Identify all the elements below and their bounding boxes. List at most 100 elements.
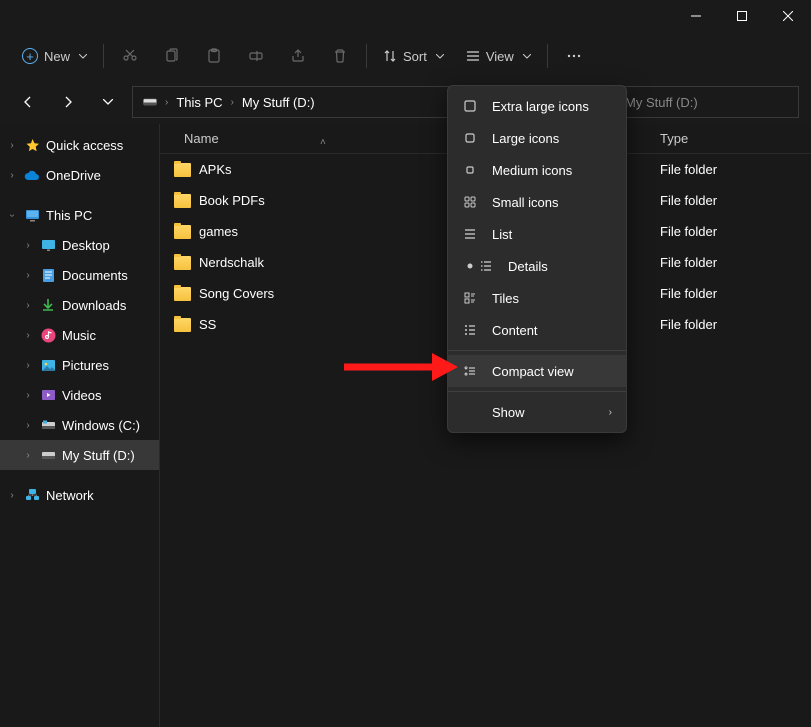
forward-button[interactable] xyxy=(52,86,84,118)
cut-button[interactable] xyxy=(110,38,150,74)
sidebar-item-downloads[interactable]: › Downloads xyxy=(0,290,159,320)
chevron-right-icon[interactable]: › xyxy=(6,170,18,181)
menu-label: Content xyxy=(492,323,538,338)
documents-icon xyxy=(40,267,56,283)
sidebar-label: Network xyxy=(46,488,94,503)
chevron-down-icon xyxy=(436,54,444,59)
share-button[interactable] xyxy=(278,38,318,74)
chevron-right-icon[interactable]: › xyxy=(22,270,34,281)
chevron-right-icon[interactable]: › xyxy=(22,240,34,251)
sidebar-item-pictures[interactable]: › Pictures xyxy=(0,350,159,380)
sidebar-item-network[interactable]: › Network xyxy=(0,480,159,510)
folder-icon xyxy=(174,318,191,332)
sidebar-item-videos[interactable]: › Videos xyxy=(0,380,159,410)
content: › Quick access › OneDrive › This PC › De… xyxy=(0,124,811,727)
chevron-right-icon: › xyxy=(609,407,612,418)
folder-icon xyxy=(174,194,191,208)
new-label: New xyxy=(44,49,70,64)
sidebar-item-onedrive[interactable]: › OneDrive xyxy=(0,160,159,190)
chevron-right-icon[interactable]: › xyxy=(22,360,34,371)
menu-show[interactable]: Show › xyxy=(448,396,626,428)
large-icons-icon xyxy=(462,131,478,145)
chevron-right-icon[interactable]: › xyxy=(22,390,34,401)
menu-small-icons[interactable]: Small icons xyxy=(448,186,626,218)
close-button[interactable] xyxy=(765,0,811,32)
maximize-button[interactable] xyxy=(719,0,765,32)
menu-medium-icons[interactable]: Medium icons xyxy=(448,154,626,186)
xl-icons-icon xyxy=(462,99,478,113)
rename-button[interactable] xyxy=(236,38,276,74)
sidebar-item-music[interactable]: › Music xyxy=(0,320,159,350)
chevron-right-icon[interactable]: › xyxy=(22,300,34,311)
more-icon xyxy=(566,48,582,64)
sidebar-item-my-stuff-d[interactable]: › My Stuff (D:) xyxy=(0,440,159,470)
sidebar-item-quick-access[interactable]: › Quick access xyxy=(0,130,159,160)
menu-tiles[interactable]: Tiles xyxy=(448,282,626,314)
sidebar-label: Downloads xyxy=(62,298,126,313)
sidebar-item-windows-c[interactable]: › Windows (C:) xyxy=(0,410,159,440)
network-icon xyxy=(24,487,40,503)
file-name: APKs xyxy=(199,162,232,177)
menu-details[interactable]: Details xyxy=(448,250,626,282)
menu-large-icons[interactable]: Large icons xyxy=(448,122,626,154)
more-button[interactable] xyxy=(554,38,594,74)
menu-label: List xyxy=(492,227,512,242)
chevron-right-icon[interactable]: › xyxy=(22,450,34,461)
new-button[interactable]: + New xyxy=(12,38,97,74)
separator xyxy=(103,44,104,68)
bullet-icon xyxy=(462,263,478,269)
plus-circle-icon: + xyxy=(22,48,38,64)
drive-icon xyxy=(143,95,157,109)
share-icon xyxy=(290,48,306,64)
separator xyxy=(547,44,548,68)
delete-button[interactable] xyxy=(320,38,360,74)
sidebar-item-this-pc[interactable]: › This PC xyxy=(0,200,159,230)
folder-icon xyxy=(174,287,191,301)
view-button[interactable]: View xyxy=(456,38,541,74)
paste-button[interactable] xyxy=(194,38,234,74)
sort-button[interactable]: Sort xyxy=(373,38,454,74)
minimize-button[interactable] xyxy=(673,0,719,32)
sort-icon xyxy=(383,49,397,63)
chevron-right-icon[interactable]: › xyxy=(6,140,18,151)
menu-extra-large-icons[interactable]: Extra large icons xyxy=(448,90,626,122)
sidebar-item-documents[interactable]: › Documents xyxy=(0,260,159,290)
folder-icon xyxy=(174,256,191,270)
folder-icon xyxy=(174,225,191,239)
search-input[interactable]: My Stuff (D:) xyxy=(614,86,799,118)
chevron-down-icon xyxy=(79,54,87,59)
file-name: SS xyxy=(199,317,216,332)
copy-button[interactable] xyxy=(152,38,192,74)
menu-label: Small icons xyxy=(492,195,558,210)
file-type: File folder xyxy=(650,224,717,239)
chevron-right-icon[interactable]: › xyxy=(22,330,34,341)
compact-view-icon xyxy=(462,364,478,378)
videos-icon xyxy=(40,387,56,403)
breadcrumb-this-pc[interactable]: This PC xyxy=(176,95,222,110)
menu-content[interactable]: Content xyxy=(448,314,626,346)
chevron-right-icon[interactable]: › xyxy=(22,420,34,431)
sidebar-label: Pictures xyxy=(62,358,109,373)
chevron-down-icon[interactable]: › xyxy=(7,209,18,221)
menu-compact-view[interactable]: Compact view xyxy=(448,355,626,387)
recent-locations-button[interactable] xyxy=(92,86,124,118)
sidebar-label: Videos xyxy=(62,388,102,403)
back-button[interactable] xyxy=(12,86,44,118)
sort-label: Sort xyxy=(403,49,427,64)
details-icon xyxy=(478,259,494,273)
menu-separator xyxy=(448,350,626,351)
breadcrumb-current[interactable]: My Stuff (D:) xyxy=(242,95,315,110)
sidebar-item-desktop[interactable]: › Desktop xyxy=(0,230,159,260)
menu-label: Medium icons xyxy=(492,163,572,178)
drive-icon xyxy=(40,417,56,433)
menu-label: Show xyxy=(492,405,525,420)
file-name: games xyxy=(199,224,238,239)
rename-icon xyxy=(248,48,264,64)
menu-list[interactable]: List xyxy=(448,218,626,250)
file-name: Song Covers xyxy=(199,286,274,301)
content-icon xyxy=(462,323,478,337)
view-dropdown: Extra large icons Large icons Medium ico… xyxy=(447,85,627,433)
sort-asc-icon: ˄ xyxy=(320,137,326,148)
column-type[interactable]: Type xyxy=(650,131,688,146)
chevron-right-icon[interactable]: › xyxy=(6,490,18,501)
